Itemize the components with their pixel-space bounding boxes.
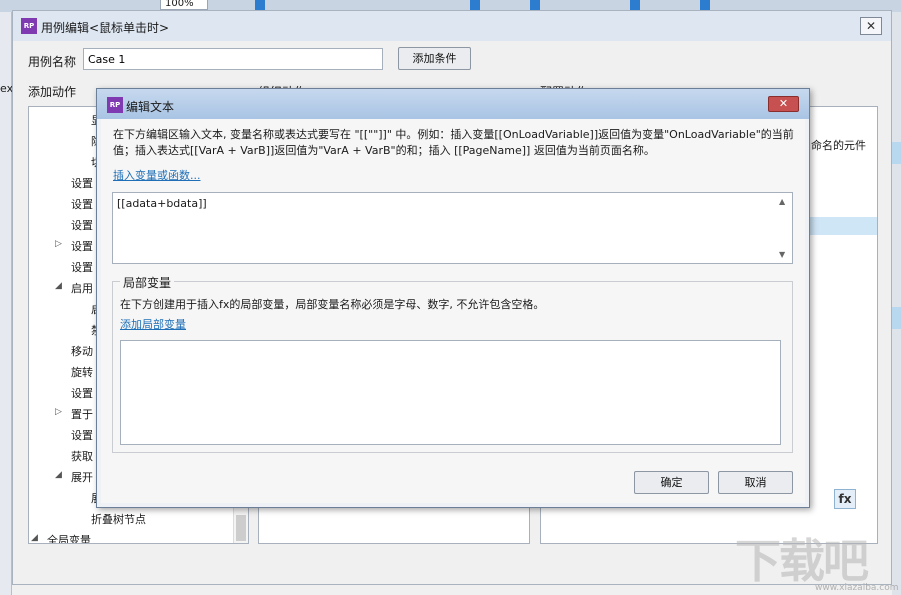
scroll-down-icon[interactable]: ▼ (779, 250, 785, 259)
axure-rp-logo-icon: RP (107, 97, 123, 113)
watermark-url: www.xiazaiba.com (815, 583, 899, 593)
case-editor-close-button[interactable]: ✕ (860, 17, 882, 35)
tree-item-label: 设置 (71, 387, 93, 400)
case-name-input[interactable] (83, 48, 383, 70)
toolbar-icon[interactable] (630, 0, 640, 10)
expand-arrow-icon[interactable]: ▷ (55, 407, 62, 417)
tree-item-label: 全局变量 (47, 534, 91, 544)
ok-button[interactable]: 确定 (634, 471, 709, 494)
add-condition-button[interactable]: 添加条件 (398, 47, 471, 70)
tree-item-label: 设置 (71, 240, 93, 253)
text-editor-scrollbar[interactable]: ▲ ▼ (775, 193, 792, 263)
local-variables-legend: 局部变量 (120, 274, 175, 291)
right-panel-mark (892, 307, 901, 329)
insert-variable-link[interactable]: 插入变量或函数... (113, 167, 201, 183)
text-editor-area[interactable]: [[adata+bdata]] ▲ ▼ (112, 192, 793, 264)
toolbar-icon[interactable] (530, 0, 540, 10)
tree-item-label: 旋转 (71, 366, 93, 379)
collapse-arrow-icon[interactable]: ◢ (55, 281, 62, 291)
case-name-label: 用例名称 (28, 55, 77, 69)
tree-item[interactable]: ◢ 全局变量 (29, 531, 234, 544)
fx-button[interactable]: fx (834, 489, 856, 509)
zoom-select[interactable]: 100% (160, 0, 208, 10)
tree-item-label: 设置 (71, 177, 93, 190)
tree-item-label: 设置 (71, 429, 93, 442)
tree-item-label: 启用 (71, 282, 93, 295)
add-local-variable-link[interactable]: 添加局部变量 (120, 316, 186, 332)
named-widgets-text: 命名的元件 (811, 139, 866, 152)
tree-item-label: 置于 (71, 408, 93, 421)
edit-text-close-button[interactable]: ✕ (768, 96, 799, 112)
tree-item-label: 展开 (71, 471, 93, 484)
text-editor-value[interactable]: [[adata+bdata]] (117, 197, 207, 210)
collapse-arrow-icon[interactable]: ◢ (31, 533, 38, 543)
scroll-up-icon[interactable]: ▲ (779, 197, 785, 206)
toolbar-icon[interactable] (255, 0, 265, 10)
tree-item[interactable]: 折叠树节点 (29, 510, 234, 528)
tree-item-label: 移动 (71, 345, 93, 358)
expand-arrow-icon[interactable]: ▷ (55, 239, 62, 249)
axure-rp-logo-icon: RP (21, 18, 37, 34)
local-variables-group: 局部变量 在下方创建用于插入fx的局部变量，局部变量名称必须是字母、数字, 不允… (112, 274, 793, 453)
add-action-label: 添加动作 (28, 85, 77, 99)
case-editor-title: 用例编辑<鼠标单击时> (41, 21, 170, 35)
edit-text-dialog: RP 编辑文本 ✕ 在下方编辑区输入文本, 变量名称或表达式要写在 "[[""]… (96, 88, 810, 508)
tree-item-label: 获取 (71, 450, 93, 463)
right-panel-mark (892, 142, 901, 164)
tree-item-label: 折叠树节点 (91, 513, 146, 526)
scrollbar-thumb[interactable] (236, 515, 246, 541)
local-variables-description: 在下方创建用于插入fx的局部变量，局部变量名称必须是字母、数字, 不允许包含空格… (120, 298, 545, 311)
cancel-button[interactable]: 取消 (718, 471, 793, 494)
instructions-text: 在下方编辑区输入文本, 变量名称或表达式要写在 "[[""]]" 中。例如：插入… (113, 128, 794, 157)
edit-text-title: 编辑文本 (126, 100, 175, 114)
edit-text-titlebar[interactable]: RP 编辑文本 ✕ (97, 89, 809, 119)
toolbar-icon[interactable] (700, 0, 710, 10)
app-left-panel: ex (0, 12, 13, 595)
local-variables-list[interactable] (120, 340, 781, 445)
tree-item-label: 设置 (71, 261, 93, 274)
toolbar-icon[interactable] (470, 0, 480, 10)
tree-item-label: 设置 (71, 219, 93, 232)
app-right-panel (892, 12, 901, 595)
collapse-arrow-icon[interactable]: ◢ (55, 470, 62, 480)
edit-text-body: 在下方编辑区输入文本, 变量名称或表达式要写在 "[[""]]" 中。例如：插入… (101, 119, 805, 503)
tree-item-label: 设置 (71, 198, 93, 211)
case-editor-titlebar[interactable]: RP 用例编辑<鼠标单击时> ✕ (13, 11, 891, 41)
watermark-logo: 下载吧 (735, 534, 869, 588)
